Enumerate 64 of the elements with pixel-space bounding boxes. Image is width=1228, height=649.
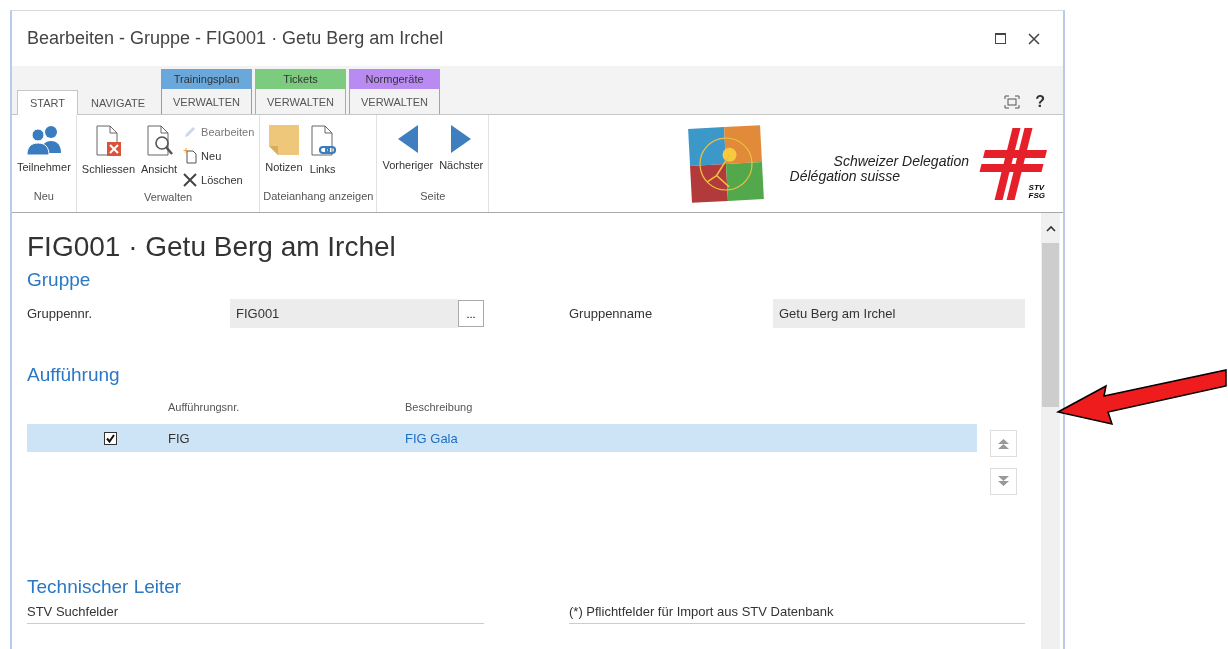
table-cell-text: FIG Gala (405, 430, 459, 446)
lookup-button[interactable]: ... (458, 300, 484, 327)
move-down-button[interactable] (990, 468, 1017, 495)
group-label: Neu (32, 190, 55, 204)
document-link-icon (308, 125, 337, 157)
ribbon-tab[interactable]: START (17, 90, 79, 115)
banner-text: Délégation suisse (789, 168, 902, 184)
page-title: FIG001 · Getu Berg am Irchel (27, 231, 397, 264)
ribbon-button[interactable]: Nächster (437, 119, 486, 190)
ribbon-tab[interactable]: VERWALTEN (255, 89, 347, 114)
document-search-icon (145, 125, 174, 157)
ribbon-button[interactable]: Löschen (181, 169, 257, 191)
table-row[interactable]: FIG FIG Gala (27, 424, 977, 452)
help-button[interactable]: ? (1029, 89, 1051, 114)
ribbon-button[interactable]: Neu (181, 145, 257, 167)
field-label: Gruppennr. (27, 306, 94, 321)
input-field[interactable]: Getu Berg am Irchel (773, 299, 1025, 328)
left-triangle-icon (397, 125, 418, 153)
right-triangle-icon (451, 125, 472, 153)
group-label: Dateianhang anzeigen (263, 190, 374, 204)
ribbon-button[interactable]: Notizen (263, 119, 305, 190)
ribbon-tab[interactable]: VERWALTEN (349, 89, 441, 114)
table-cell-text: FIG (168, 430, 191, 446)
pencil-icon (183, 125, 198, 139)
cross-icon (183, 173, 198, 187)
field-label: Gruppenname (569, 306, 654, 321)
section-heading: Gruppe (27, 269, 92, 292)
section-heading: Technischer Leiter (27, 576, 183, 599)
row-checkbox[interactable] (104, 431, 117, 445)
fullscreen-icon (1004, 94, 1021, 109)
column-header: Beschreibung (405, 401, 474, 413)
group-label: Seite (419, 190, 447, 204)
new-document-icon (183, 148, 198, 164)
ribbon-tab[interactable]: VERWALTEN (161, 89, 253, 114)
context-group-label: Trainingsplan (161, 69, 253, 89)
double-down-icon (998, 476, 1009, 487)
context-group-label: Tickets (255, 69, 347, 89)
context-group-label: Normgeräte (349, 69, 441, 89)
ribbon-button[interactable]: Schliessen (79, 119, 137, 191)
group-label: Verwalten (142, 191, 194, 205)
close-icon (1028, 32, 1040, 45)
ribbon-button[interactable]: Vorheriger (380, 119, 436, 190)
ribbon-button[interactable]: Links (306, 119, 339, 190)
field-label: STV Suchfelder (27, 604, 120, 621)
input-field[interactable]: FIG001 (230, 299, 458, 328)
document-delete-icon (94, 125, 123, 157)
move-up-button[interactable] (990, 430, 1017, 457)
ribbon-tab[interactable]: NAVIGATE (78, 90, 159, 115)
chevron-up-icon (1045, 224, 1056, 232)
scroll-thumb[interactable] (1042, 243, 1059, 407)
section-heading: Aufführung (27, 364, 121, 387)
maximize-icon (994, 33, 1006, 44)
logo-text: FSG (1028, 191, 1045, 200)
column-header: Aufführungsnr. (168, 401, 241, 413)
note-icon (268, 125, 299, 155)
window-title: Bearbeiten - Gruppe - FIG001 · Getu Berg am Irchel (27, 28, 445, 49)
ribbon-button[interactable]: Teilnehmer (15, 119, 73, 190)
people-icon (26, 125, 61, 155)
logo-text: STV (1028, 183, 1045, 192)
scrollbar[interactable] (1041, 213, 1060, 649)
ribbon-button[interactable]: Ansicht (139, 119, 180, 191)
double-up-icon (998, 438, 1009, 449)
field-label: (*) Pflichtfelder für Import aus STV Datenbank (569, 604, 835, 621)
banner-text: Schweizer Delegation (832, 153, 969, 169)
